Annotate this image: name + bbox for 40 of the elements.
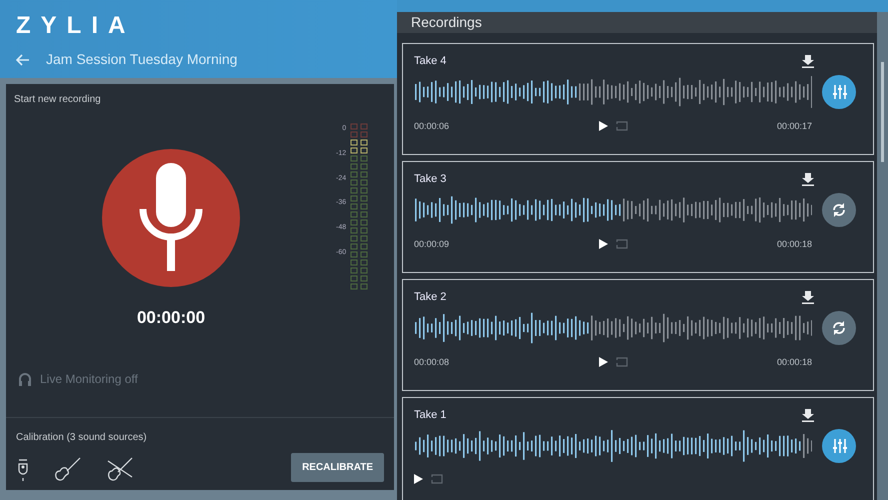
live-monitoring-toggle: Live Monitoring off (40, 370, 138, 388)
elapsed-time: 00:00:08 (414, 356, 450, 368)
process-button[interactable] (822, 192, 856, 226)
logo: ZYLIA (16, 14, 136, 38)
headphones-icon (18, 372, 32, 386)
sliders-icon (831, 438, 847, 454)
take-name: Take 4 (414, 54, 446, 69)
elapsed-time: 00:00:09 (414, 238, 450, 250)
violin-icon (106, 456, 134, 482)
take-name: Take 2 (414, 290, 446, 305)
take-name: Take 3 (414, 172, 446, 187)
download-icon[interactable] (802, 408, 814, 422)
duration-time: 00:00:18 (776, 238, 812, 250)
download-icon[interactable] (802, 172, 814, 186)
refresh-icon (831, 320, 847, 336)
elapsed-time: 00:00:06 (414, 120, 450, 132)
back-icon[interactable] (16, 54, 30, 66)
play-icon[interactable] (598, 239, 608, 250)
play-icon[interactable] (598, 357, 608, 368)
microphone-icon (138, 163, 204, 273)
scrollbar-thumb[interactable] (881, 62, 884, 162)
mixer-button[interactable] (822, 74, 856, 108)
mixer-button[interactable] (822, 428, 856, 462)
panel-title: Recordings (411, 13, 482, 32)
recalibrate-button[interactable]: RECALIBRATE (291, 453, 384, 482)
section-label: Start new recording (14, 93, 102, 107)
play-icon[interactable] (598, 121, 608, 132)
play-icon[interactable] (414, 474, 423, 484)
session-title: Jam Session Tuesday Morning (46, 50, 238, 69)
duration-time: 00:00:17 (776, 120, 812, 132)
recording-timer: 00:00:00 (136, 307, 206, 329)
calibration-label: Calibration (3 sound sources) (16, 431, 148, 445)
process-button[interactable] (822, 310, 856, 344)
duration-time: 00:00:18 (776, 356, 812, 368)
refresh-icon (831, 202, 847, 218)
take-name: Take 1 (414, 408, 446, 423)
download-icon[interactable] (802, 54, 814, 68)
sliders-icon (831, 84, 847, 100)
download-icon[interactable] (802, 290, 814, 304)
guitar-icon (54, 456, 82, 482)
